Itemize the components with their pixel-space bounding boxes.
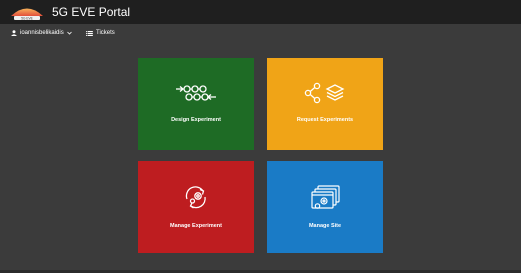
list-icon xyxy=(86,30,93,36)
workflow-icon xyxy=(176,85,216,101)
manage-site-tile[interactable]: Manage Site xyxy=(267,161,383,253)
tickets-link[interactable]: Tickets xyxy=(86,28,115,38)
manage-site-label: Manage Site xyxy=(308,223,342,229)
username-label: ioannisbelikaidis xyxy=(20,30,64,36)
windows-gears-icon xyxy=(311,185,340,209)
chevron-down-icon xyxy=(66,31,72,35)
manage-experiment-tile[interactable]: Manage Experiment xyxy=(138,161,254,253)
request-experiments-label: Request Experiments xyxy=(296,117,354,123)
request-experiments-tile[interactable]: Request Experiments xyxy=(267,58,383,150)
manage-experiment-label: Manage Experiment xyxy=(170,223,222,229)
svg-text:5G EVE: 5G EVE xyxy=(21,17,33,21)
sub-navbar xyxy=(0,24,521,41)
tickets-label: Tickets xyxy=(96,30,115,36)
app-title: 5G EVE Portal xyxy=(52,5,131,19)
user-dropdown[interactable]: ioannisbelikaidis xyxy=(11,28,72,38)
design-experiment-label: Design Experiment xyxy=(171,117,221,123)
logo-icon: 5G EVE xyxy=(11,8,43,21)
share-layers-icon xyxy=(304,82,345,104)
brand-logo[interactable]: 5G EVE xyxy=(7,3,47,22)
user-icon xyxy=(11,30,17,36)
design-experiment-tile[interactable]: Design Experiment xyxy=(138,58,254,150)
settings-cycle-icon xyxy=(185,186,206,209)
top-navbar: 5G EVE 5G EVE Portal xyxy=(0,0,521,24)
